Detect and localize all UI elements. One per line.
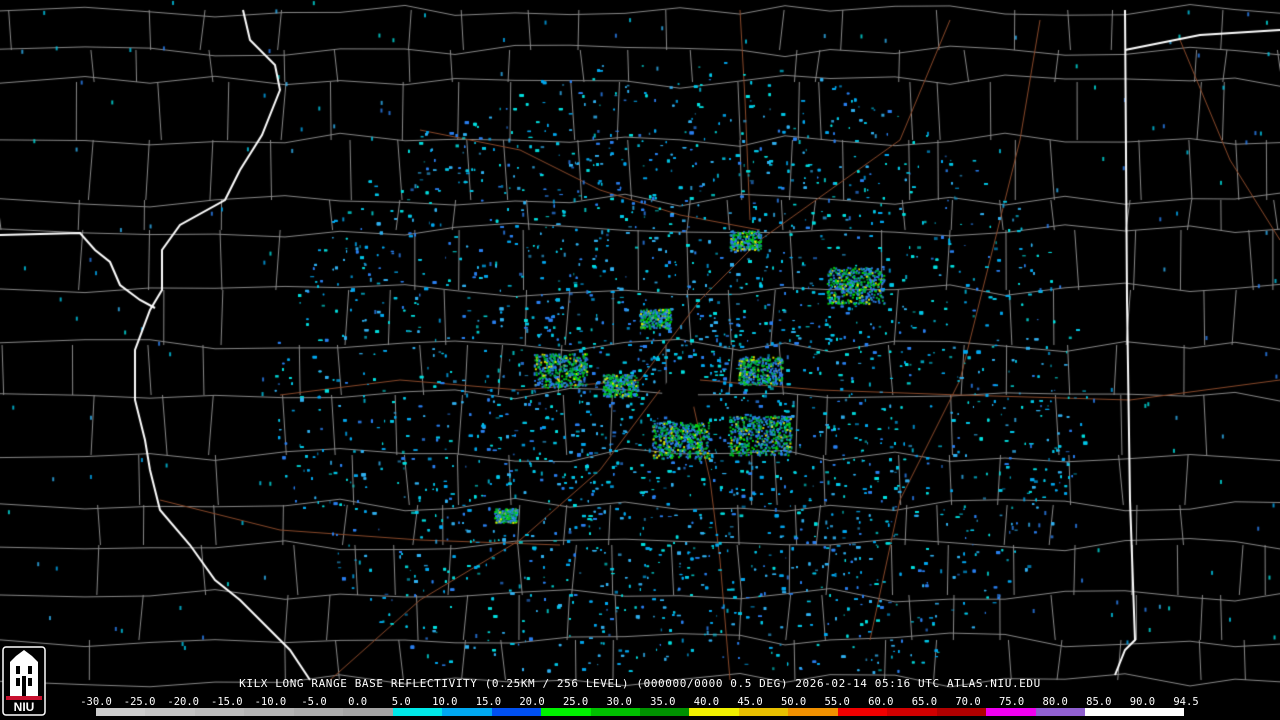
scale-swatch [244,708,294,716]
scale-label: 94.5 [1173,696,1199,708]
scale-label: -25.0 [123,696,156,708]
scale-swatch [541,708,591,716]
scale-label: 30.0 [606,696,632,708]
scale-label: 25.0 [562,696,589,708]
scale-swatch [887,708,937,716]
scale-label: 60.0 [868,696,894,708]
scale-swatch [936,708,987,716]
scale-swatch [96,708,146,716]
scale-swatch [986,708,1036,716]
scale-label: 15.0 [475,696,502,708]
scale-label: 10.0 [432,696,458,708]
scale-label: 80.0 [1042,696,1068,708]
scale-label: 50.0 [780,696,807,708]
scale-label: 55.0 [824,696,850,708]
product-caption: KILX LONG RANGE BASE REFLECTIVITY (0.25K… [239,677,1041,690]
scale-swatch [1085,708,1135,716]
reflectivity-color-scale [96,708,1184,716]
scale-swatch [590,708,640,716]
scale-label: 70.0 [955,696,981,708]
scale-swatch [1134,708,1184,716]
scale-swatch [738,708,789,716]
scale-label: 40.0 [693,696,720,708]
scale-label: -30.0 [80,696,112,708]
scale-label: 65.0 [911,696,938,708]
scale-swatch [788,708,838,716]
scale-label: -20.0 [167,696,199,708]
scale-swatch [392,708,443,716]
scale-label: 90.0 [1129,696,1156,708]
scale-labels: -30.0 -25.0 -20.0 -15.0 -10.0 -5.0 0.0 5.0 10.0 1… [80,696,1198,708]
radar-map[interactable] [0,0,1280,720]
scale-label: 5.0 [391,696,411,708]
scale-swatch [442,708,492,716]
scale-label: 45.0 [737,696,763,708]
scale-label: 85.0 [1086,696,1112,708]
scale-swatch [1035,708,1086,716]
scale-label: 0.0 [348,696,368,708]
scale-label: 75.0 [998,696,1025,708]
scale-label: 20.0 [519,696,545,708]
scale-swatch [293,708,344,716]
scale-swatch [343,708,393,716]
scale-swatch [194,708,245,716]
scale-swatch [689,708,739,716]
scale-label: -10.0 [254,696,287,708]
scale-swatch [837,708,888,716]
scale-swatch [639,708,690,716]
scale-label: 35.0 [650,696,676,708]
scale-swatch [491,708,542,716]
logo-text: NIU [13,700,35,714]
scale-label: -15.0 [210,696,243,708]
scale-label: -5.0 [301,696,327,708]
scale-swatch [145,708,195,716]
